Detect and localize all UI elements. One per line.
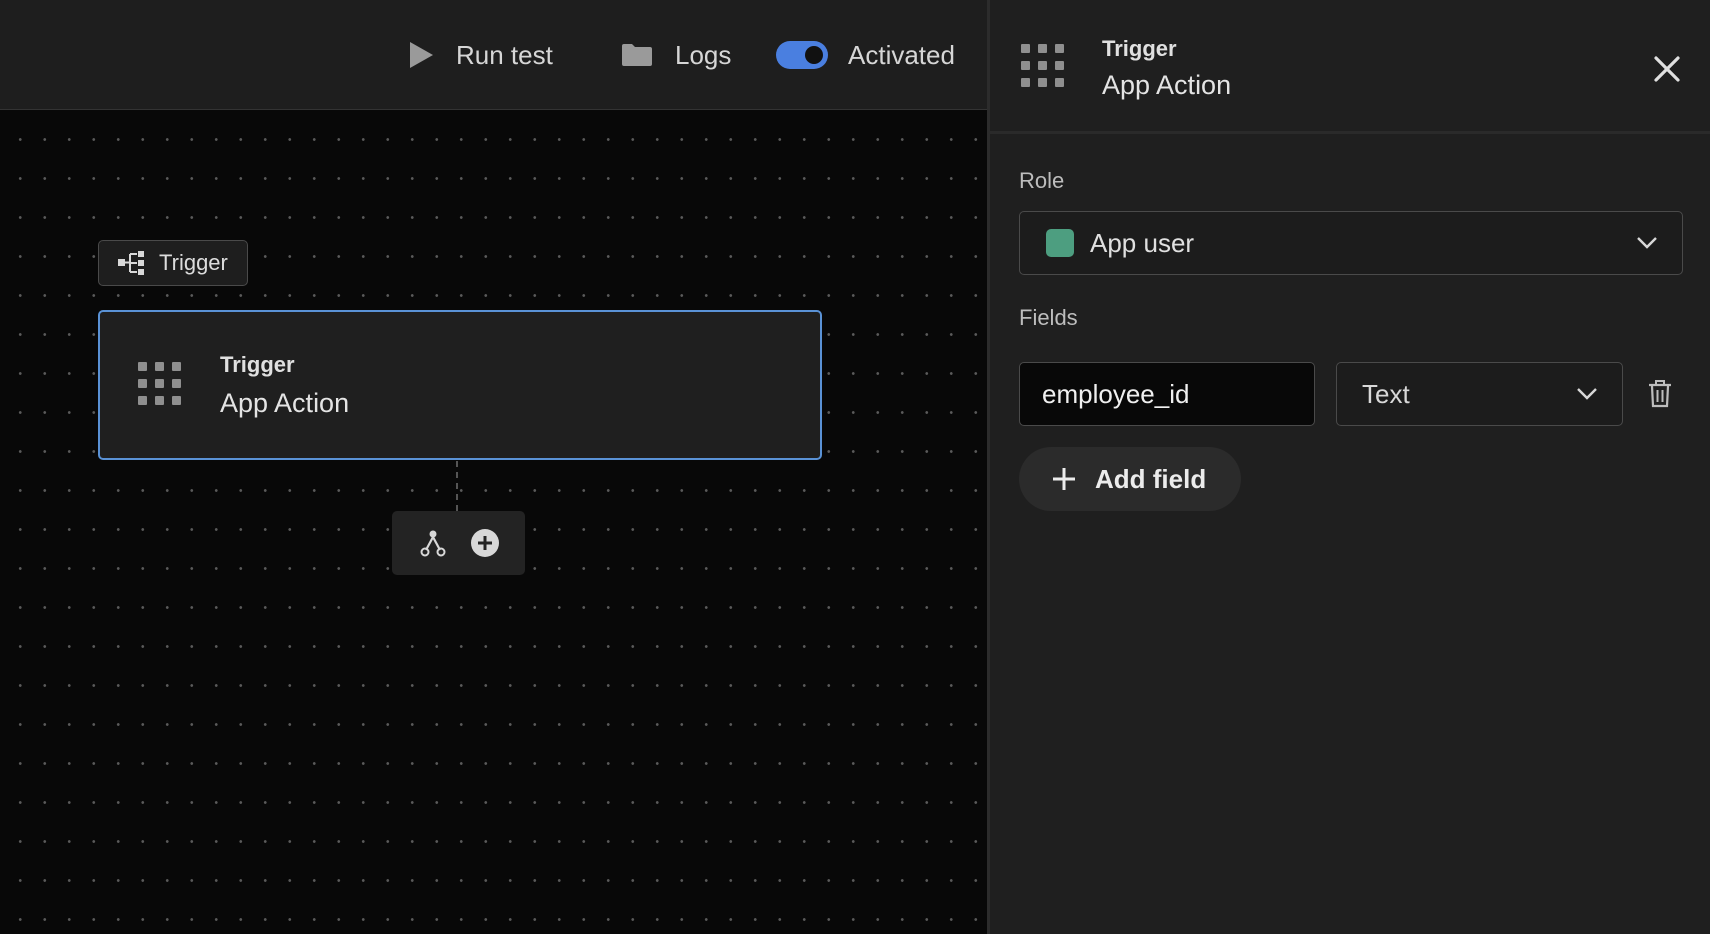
- panel-type-label: Trigger: [1102, 36, 1177, 61]
- flow-tree-icon: [117, 251, 147, 275]
- activation-toggle[interactable]: Activated: [776, 36, 955, 74]
- node-actions: [392, 511, 525, 575]
- grid-icon: [138, 362, 181, 405]
- role-select[interactable]: App user: [1019, 211, 1683, 275]
- trash-icon: [1649, 380, 1671, 408]
- add-field-label: Add field: [1095, 463, 1207, 494]
- plus-circle-icon[interactable]: [470, 528, 500, 558]
- toggle-switch[interactable]: [776, 41, 828, 69]
- role-value: App user: [1090, 227, 1195, 258]
- field-name-input[interactable]: [1019, 362, 1315, 426]
- trigger-settings-panel: Trigger App Action Role App user Fields …: [990, 0, 1710, 934]
- activated-label: Activated: [848, 39, 955, 70]
- panel-title: App Action: [1102, 70, 1232, 100]
- field-type-value: Text: [1362, 378, 1410, 409]
- add-field-button[interactable]: Add field: [1019, 447, 1241, 511]
- branch-icon[interactable]: [418, 528, 448, 558]
- trigger-tag-label: Trigger: [159, 250, 228, 275]
- fields-label: Fields: [1019, 305, 1078, 330]
- chevron-down-icon: [1636, 236, 1658, 250]
- run-test-button[interactable]: Run test: [408, 36, 553, 74]
- delete-field-button[interactable]: [1647, 380, 1673, 408]
- close-icon: [1654, 56, 1680, 82]
- node-connector: [456, 461, 458, 511]
- logs-button[interactable]: Logs: [621, 36, 731, 74]
- trigger-tag[interactable]: Trigger: [98, 240, 248, 286]
- trigger-node[interactable]: Trigger App Action: [98, 310, 822, 460]
- chevron-down-icon: [1576, 387, 1598, 401]
- field-type-select[interactable]: Text: [1336, 362, 1623, 426]
- grid-icon: [1021, 44, 1064, 87]
- folder-icon: [621, 43, 653, 67]
- plus-icon: [1051, 466, 1077, 492]
- run-test-label: Run test: [456, 39, 553, 70]
- close-button[interactable]: [1652, 54, 1682, 84]
- logs-label: Logs: [675, 39, 732, 70]
- node-type-label: Trigger: [220, 352, 295, 377]
- role-color-swatch: [1046, 229, 1074, 257]
- role-label: Role: [1019, 168, 1065, 193]
- workflow-toolbar: Run test Logs Activated: [0, 0, 987, 110]
- panel-header: Trigger App Action: [990, 0, 1710, 134]
- play-icon: [408, 41, 434, 69]
- node-title: App Action: [220, 388, 350, 418]
